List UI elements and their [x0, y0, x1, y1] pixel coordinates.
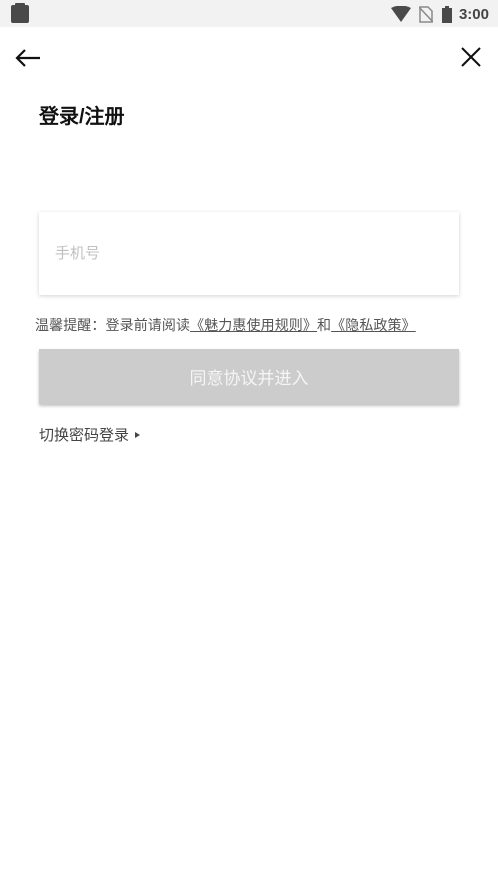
arrow-left-icon	[15, 49, 40, 67]
switch-login-label: 切换密码登录	[39, 427, 130, 444]
phone-input-card	[39, 212, 459, 295]
status-time: 3:00	[458, 5, 489, 23]
privacy-link[interactable]: 《隐私政策》	[331, 317, 416, 333]
page-title: 登录/注册	[39, 106, 125, 128]
status-icons: 3:00	[390, 3, 489, 25]
status-bar: 3:00	[0, 0, 498, 27]
caret-right-icon	[135, 431, 141, 438]
switch-password-login[interactable]: 切换密码登录	[39, 424, 141, 445]
clipboard-icon	[11, 3, 29, 23]
agree-and-enter-button[interactable]: 同意协议并进入	[39, 349, 459, 404]
agreement-notice: 温馨提醒：登录前请阅读《魅力惠使用规则》和《隐私政策》	[35, 315, 465, 335]
notice-connector: 和	[317, 317, 332, 333]
terms-link[interactable]: 《魅力惠使用规则》	[190, 317, 317, 333]
close-button[interactable]	[457, 43, 485, 71]
phone-input[interactable]	[55, 238, 435, 268]
back-button[interactable]	[14, 44, 44, 72]
close-icon	[461, 47, 481, 67]
wifi-icon	[390, 6, 411, 22]
notice-prefix: 温馨提醒：登录前请阅读	[35, 317, 191, 333]
battery-icon	[441, 5, 452, 23]
no-sim-icon	[418, 5, 433, 23]
